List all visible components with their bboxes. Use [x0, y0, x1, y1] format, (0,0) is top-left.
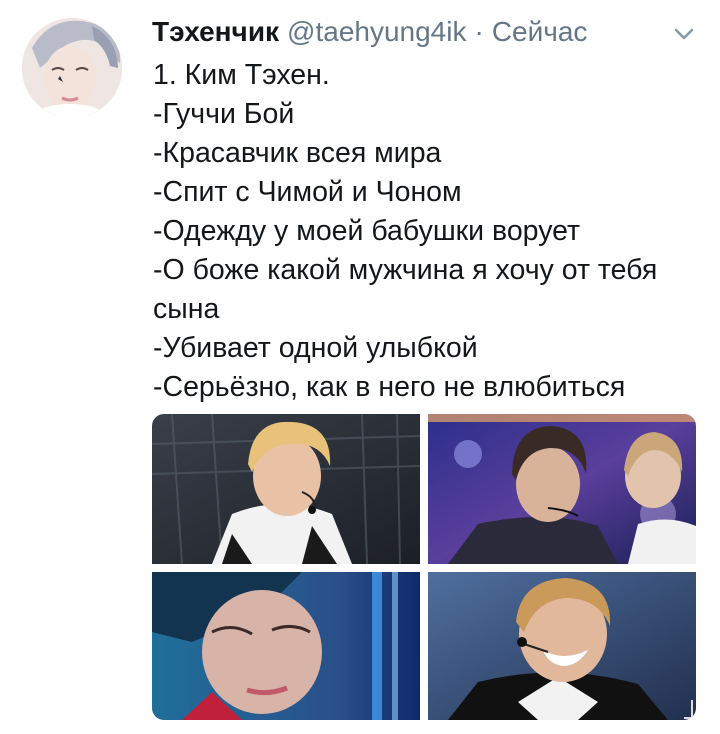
chevron-down-icon[interactable]	[672, 24, 696, 44]
tweet-line: -Серьёзно, как в него не влюбиться	[153, 371, 626, 403]
tweet-line: -Одежду у моей бабушки ворует	[153, 215, 581, 247]
separator-dot: ·	[474, 16, 484, 47]
media-grid	[152, 414, 696, 720]
tweet: Тэхенчик @taehyung4ik · Сейчас 1. Ким Тэ…	[0, 0, 720, 734]
tweet-line: -Убивает одной улыбкой	[153, 332, 478, 364]
media-photo-3[interactable]	[152, 572, 420, 720]
tweet-line: -Спит с Чимой и Чоном	[153, 176, 462, 208]
media-photo-4[interactable]	[428, 572, 696, 720]
media-photo-1[interactable]	[152, 414, 420, 564]
user-handle[interactable]: @taehyung4ik	[287, 14, 466, 50]
tweet-line: сына	[153, 293, 220, 325]
photo-closeup-blue-tone	[152, 572, 420, 720]
photo-stage-blue-lights	[428, 414, 696, 564]
media-photo-2[interactable]	[428, 414, 696, 564]
timestamp[interactable]: Сейчас	[492, 14, 588, 50]
photo-smiling-headset	[428, 572, 696, 720]
display-name[interactable]: Тэхенчик	[152, 14, 279, 50]
avatar-portrait-icon	[22, 18, 122, 118]
tweet-text: 1. Ким Тэхен. -Гуччи Бой -Красавчик всея…	[153, 56, 703, 407]
photo-concert-blond-headset	[152, 414, 420, 564]
tweet-line: -Красавчик всея мира	[153, 137, 442, 169]
tweet-header: Тэхенчик @taehyung4ik · Сейчас	[152, 14, 587, 50]
tweet-line: -О боже какой мужчина я хочу от тебя	[153, 254, 658, 286]
tweet-line: 1. Ким Тэхен.	[153, 59, 330, 91]
tweet-line: -Гуччи Бой	[153, 98, 295, 130]
avatar[interactable]	[22, 18, 122, 118]
